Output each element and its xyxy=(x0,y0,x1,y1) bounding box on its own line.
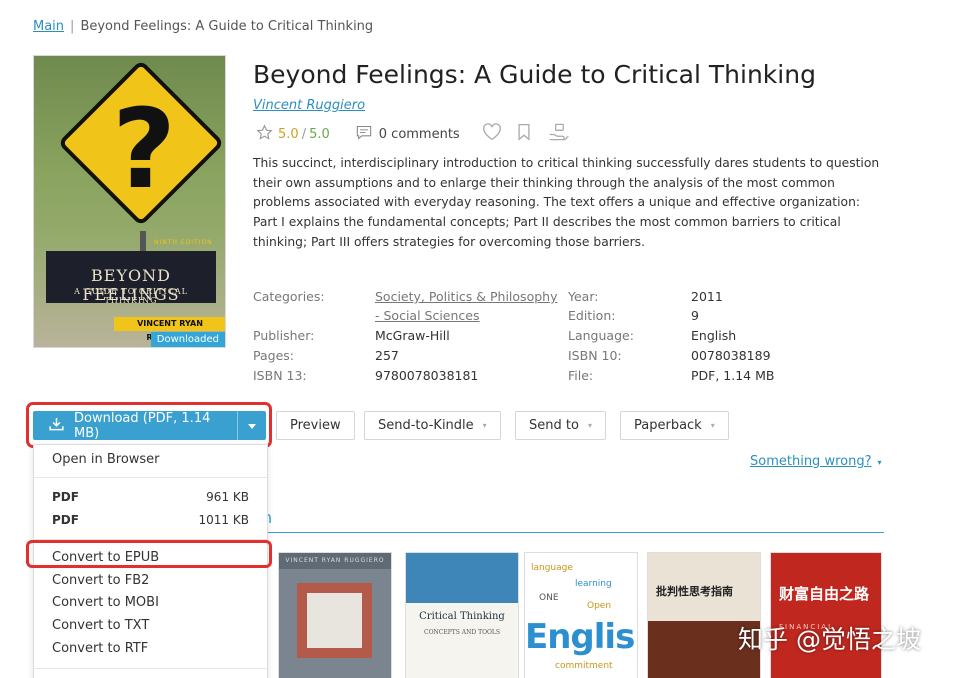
convert-mobi-item[interactable]: Convert to MOBI xyxy=(52,595,159,610)
cover-author: VINCENT RYAN RUGGIERO xyxy=(114,317,225,342)
book-cover[interactable]: ? NINTH EDITION BEYOND FEELINGS A GUIDE … xyxy=(33,55,226,348)
preview-button-label: Preview xyxy=(290,418,341,433)
related-book-thumb[interactable]: 批判性思考指南 xyxy=(647,552,761,678)
menu-divider xyxy=(34,668,267,669)
highlight-box-download xyxy=(26,402,272,448)
menu-divider xyxy=(34,477,267,478)
heart-icon[interactable] xyxy=(482,123,502,145)
category-link[interactable]: Society, Politics & Philosophy xyxy=(375,289,557,304)
breadcrumb: Main | Beyond Feelings: A Guide to Critica… xyxy=(33,19,373,34)
language-value: English xyxy=(691,328,737,343)
thumb-title: 批判性思考指南 xyxy=(656,585,733,598)
breadcrumb-main-link[interactable]: Main xyxy=(33,19,64,34)
isbn13-value: 9780078038181 xyxy=(375,368,479,383)
cover-subtitle: A GUIDE TO CRITICAL THINKING xyxy=(74,287,188,305)
thumb-title: English xyxy=(525,617,637,657)
breadcrumb-current: Beyond Feelings: A Guide to Critical Thi… xyxy=(80,19,374,34)
thumb-header-band xyxy=(406,553,518,603)
send-to-label: Send to xyxy=(529,418,579,433)
thumb-subtitle: CONCEPTS AND TOOLS xyxy=(423,629,501,636)
downloaded-badge: Downloaded xyxy=(150,332,225,347)
edition-value: 9 xyxy=(691,308,699,323)
format-item-pdf[interactable]: PDF 961 KB xyxy=(52,490,249,504)
file-value: PDF, 1.14 MB xyxy=(691,368,775,383)
rating-separator: / xyxy=(301,126,307,142)
something-wrong-link[interactable]: Something wrong? ▾ xyxy=(750,454,882,469)
preview-button[interactable]: Preview xyxy=(276,411,355,440)
related-book-thumb[interactable]: Critical Thinking CONCEPTS AND TOOLS xyxy=(405,552,519,678)
rating-value: 5.0 xyxy=(278,126,299,142)
comments-count: 0 comments xyxy=(378,126,460,142)
thumb-author: VINCENT RYAN RUGGIERO xyxy=(279,553,391,569)
something-wrong-label: Something wrong? xyxy=(750,454,872,469)
format-name: PDF xyxy=(52,490,79,504)
paperback-label: Paperback xyxy=(634,418,702,433)
isbn13-label: ISBN 13: xyxy=(253,368,307,383)
thumb-title: 财富自由之路 xyxy=(779,585,870,603)
bookmark-icon[interactable] xyxy=(516,123,532,145)
convert-rtf-item[interactable]: Convert to RTF xyxy=(52,641,148,656)
chevron-down-icon: ▾ xyxy=(877,458,882,467)
donate-hand-icon[interactable] xyxy=(548,122,570,146)
thumb-word: language xyxy=(531,563,573,573)
highlight-box-convert-epub xyxy=(26,540,272,568)
edition-label: Edition: xyxy=(568,308,616,323)
publisher-label: Publisher: xyxy=(253,328,315,343)
star-icon[interactable] xyxy=(256,123,273,145)
related-book-thumb[interactable]: 财富自由之路 FINANCIAL xyxy=(770,552,882,678)
convert-fb2-item[interactable]: Convert to FB2 xyxy=(52,573,149,588)
send-to-kindle-label: Send-to-Kindle xyxy=(378,418,474,433)
breadcrumb-separator: | xyxy=(70,19,75,34)
format-item-pdf[interactable]: PDF 1011 KB xyxy=(52,513,249,527)
comments-link[interactable]: 0 comments xyxy=(356,125,460,144)
year-label: Year: xyxy=(568,289,599,304)
chevron-down-icon: ▾ xyxy=(482,421,487,430)
pages-label: Pages: xyxy=(253,348,294,363)
related-book-thumb[interactable]: language learning ONE Open English commi… xyxy=(524,552,638,678)
isbn10-value: 0078038189 xyxy=(691,348,771,363)
book-title: Beyond Feelings: A Guide to Critical Thi… xyxy=(253,60,816,89)
format-size: 1011 KB xyxy=(198,513,249,527)
file-label: File: xyxy=(568,368,594,383)
format-size: 961 KB xyxy=(206,490,249,504)
send-to-button[interactable]: Send to ▾ xyxy=(515,411,606,440)
related-tab-underline xyxy=(268,532,884,533)
comment-icon xyxy=(356,125,372,144)
watermark-text: 知乎 @觉悟之坡 xyxy=(738,625,921,654)
convert-txt-item[interactable]: Convert to TXT xyxy=(52,618,149,633)
thumb-word: learning xyxy=(575,579,612,589)
thumb-title: Critical Thinking xyxy=(419,611,505,622)
pages-value: 257 xyxy=(375,348,399,363)
thumb-word: commitment xyxy=(555,661,613,671)
thumb-art-inner xyxy=(307,593,362,648)
cover-edition: NINTH EDITION xyxy=(154,239,213,246)
chevron-down-icon: ▾ xyxy=(587,421,592,430)
send-to-kindle-button[interactable]: Send-to-Kindle ▾ xyxy=(364,411,501,440)
chevron-down-icon: ▾ xyxy=(710,421,715,430)
publisher-value: McGraw-Hill xyxy=(375,328,450,343)
subcategory-link[interactable]: - Social Sciences xyxy=(375,308,480,323)
categories-label: Categories: xyxy=(253,289,325,304)
format-name: PDF xyxy=(52,513,79,527)
rating-max: 5.0 xyxy=(309,126,330,142)
author-link[interactable]: Vincent Ruggiero xyxy=(253,98,365,113)
isbn10-label: ISBN 10: xyxy=(568,348,622,363)
thumb-word: ONE xyxy=(539,593,559,603)
open-in-browser-item[interactable]: Open in Browser xyxy=(52,452,160,467)
paperback-button[interactable]: Paperback ▾ xyxy=(620,411,729,440)
related-book-thumb[interactable]: VINCENT RYAN RUGGIERO xyxy=(278,552,392,678)
book-description: This succinct, interdisciplinary introdu… xyxy=(253,156,880,249)
language-label: Language: xyxy=(568,328,634,343)
question-mark-glyph: ? xyxy=(112,85,176,213)
thumb-word: Open xyxy=(587,601,612,611)
book-meta-row: 5.0 / 5.0 0 comments xyxy=(256,122,570,146)
year-value: 2011 xyxy=(691,289,723,304)
